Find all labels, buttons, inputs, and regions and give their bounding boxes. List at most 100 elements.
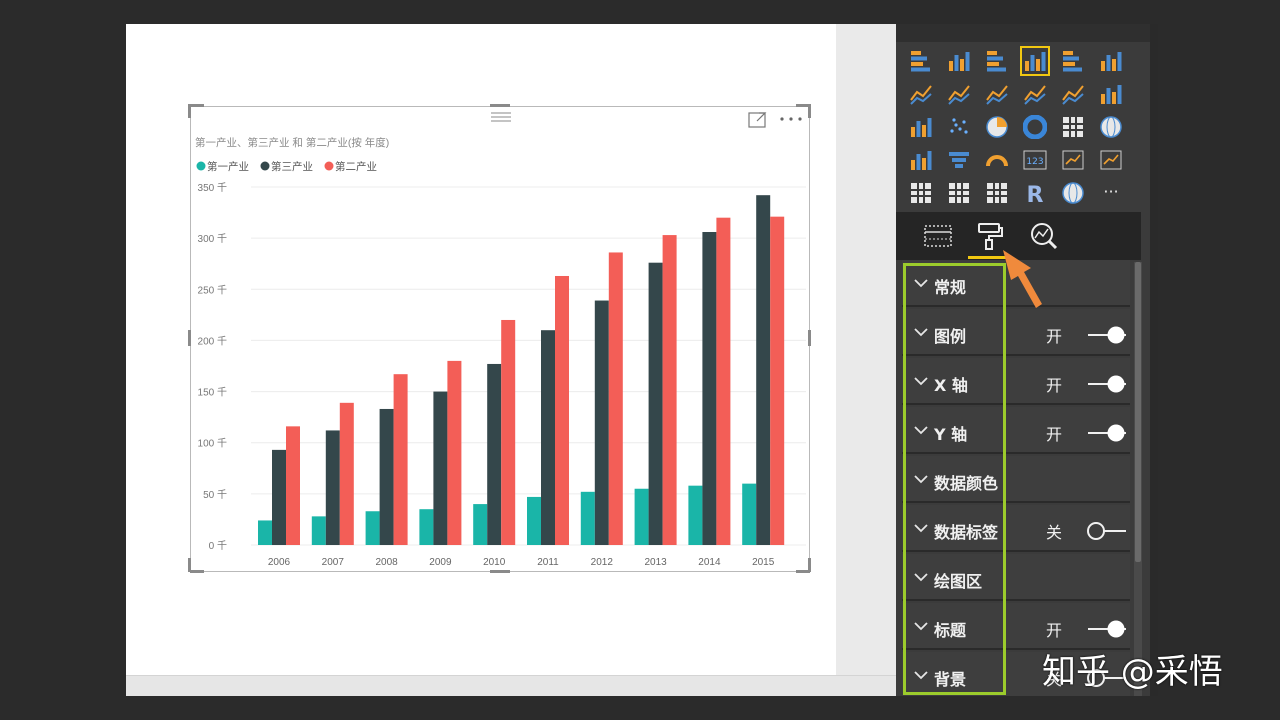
area-chart-icon[interactable] [944,79,974,109]
pie-icon[interactable] [982,112,1012,142]
filled-map-icon[interactable] [906,145,936,175]
bar[interactable] [716,217,731,545]
bar[interactable] [473,504,488,545]
bar[interactable] [756,195,771,545]
bar[interactable] [325,430,340,545]
r-visual-icon[interactable]: R [1020,178,1050,208]
more-icon[interactable]: ··· [1096,178,1126,208]
bar[interactable] [419,509,434,545]
stacked-bar-icon[interactable] [906,46,936,76]
format-section[interactable]: 绘图区 [902,554,1130,601]
bar[interactable] [541,330,555,545]
drag-grip-icon[interactable] [491,112,511,122]
bar[interactable] [608,252,623,545]
funnel-icon[interactable] [944,145,974,175]
format-section[interactable]: 图例 开 [902,309,1130,356]
tab-format[interactable] [972,218,1008,254]
tab-analytics[interactable] [1026,218,1062,254]
bar[interactable] [311,516,326,545]
matrix-icon[interactable] [982,178,1012,208]
chevron-down-icon[interactable] [914,521,928,535]
bar[interactable] [742,483,757,545]
globe-icon[interactable] [1058,178,1088,208]
r-visual-icon-glyph: R [1027,183,1044,205]
map-icon-glyph [1100,116,1122,138]
toggle-switch[interactable] [1086,374,1128,394]
legend-item[interactable]: 第一产业 [196,160,250,173]
format-section[interactable]: 数据标签 关 [902,505,1130,552]
bar[interactable] [379,408,394,545]
legend-item[interactable]: 第二产业 [324,160,378,173]
map-icon[interactable] [1096,112,1126,142]
100-stacked-bar-icon[interactable] [1058,46,1088,76]
chevron-down-icon[interactable] [914,374,928,388]
bar[interactable] [365,511,380,545]
chevron-down-icon[interactable] [914,668,928,682]
bar[interactable] [688,485,703,545]
100-stacked-column-icon[interactable] [1096,46,1126,76]
kpi-icon[interactable] [1096,145,1126,175]
chevron-down-icon[interactable] [914,423,928,437]
chevron-down-icon[interactable] [914,325,928,339]
line-clustered-column-icon[interactable] [1020,79,1050,109]
bar[interactable] [487,363,502,545]
legend-item[interactable]: 第三产业 [260,160,314,173]
stacked-area-icon[interactable] [982,79,1012,109]
bar[interactable] [634,488,649,545]
multi-row-card-icon[interactable] [1058,145,1088,175]
treemap-icon[interactable] [1058,112,1088,142]
bar[interactable] [272,449,286,545]
chevron-down-icon[interactable] [914,472,928,486]
waterfall-icon[interactable] [906,112,936,142]
format-section[interactable]: 常规 [902,260,1130,307]
bar[interactable] [648,262,663,545]
clustered-column-visual[interactable]: 第一产业、第三产业 和 第二产业(按 年度) 第一产业 第三产业 第二产业 0 千 50 … [190,106,810,572]
bar[interactable] [527,496,541,545]
clustered-column-icon[interactable] [1020,46,1050,76]
bar[interactable] [447,360,462,545]
chart-legend[interactable]: 第一产业 第三产业 第二产业 [196,160,378,173]
bar[interactable] [702,232,717,545]
table-icon[interactable] [944,178,974,208]
chevron-down-icon[interactable] [914,276,928,290]
chevron-down-icon[interactable] [914,570,928,584]
format-section[interactable]: 数据颜色 [902,456,1130,503]
clustered-bar-icon[interactable] [982,46,1012,76]
more-options-icon[interactable] [780,117,802,121]
format-section[interactable]: X 轴开 [902,358,1130,405]
bar[interactable] [339,402,354,545]
focus-mode-icon[interactable] [748,112,767,128]
tab-fields[interactable] [920,218,956,254]
collapsed-fields-pane[interactable] [1150,24,1158,696]
toggle-switch[interactable] [1086,521,1128,541]
bar[interactable] [555,275,569,545]
gauge-icon[interactable] [982,145,1012,175]
horizontal-scrollbar[interactable] [126,675,896,696]
bar[interactable] [286,426,300,545]
ribbon-chart-icon[interactable] [1096,79,1126,109]
y-tick-label: 250 千 [198,284,227,296]
line-stacked-column-icon[interactable] [1058,79,1088,109]
chevron-down-icon[interactable] [914,619,928,633]
scatter-icon[interactable] [944,112,974,142]
bar[interactable] [433,391,448,545]
donut-icon[interactable] [1020,112,1050,142]
bar[interactable] [393,374,408,545]
bar[interactable] [501,319,516,545]
toggle-state-label: 开 [1046,425,1063,444]
toggle-switch[interactable] [1086,423,1128,443]
format-section[interactable]: Y 轴开 [902,407,1130,454]
bar[interactable] [662,235,677,545]
toggle-switch[interactable] [1086,619,1128,639]
bar[interactable] [258,520,272,545]
slicer-icon[interactable] [906,178,936,208]
card-icon[interactable]: 123 [1020,145,1050,175]
pane-scrollbar-thumb[interactable] [1135,262,1141,562]
stacked-column-icon[interactable] [944,46,974,76]
bar[interactable] [580,491,595,545]
line-chart-icon[interactable] [906,79,936,109]
bar[interactable] [594,300,609,545]
toggle-switch[interactable] [1086,325,1128,345]
format-section[interactable]: 标题 开 [902,603,1130,650]
bar[interactable] [770,216,785,546]
